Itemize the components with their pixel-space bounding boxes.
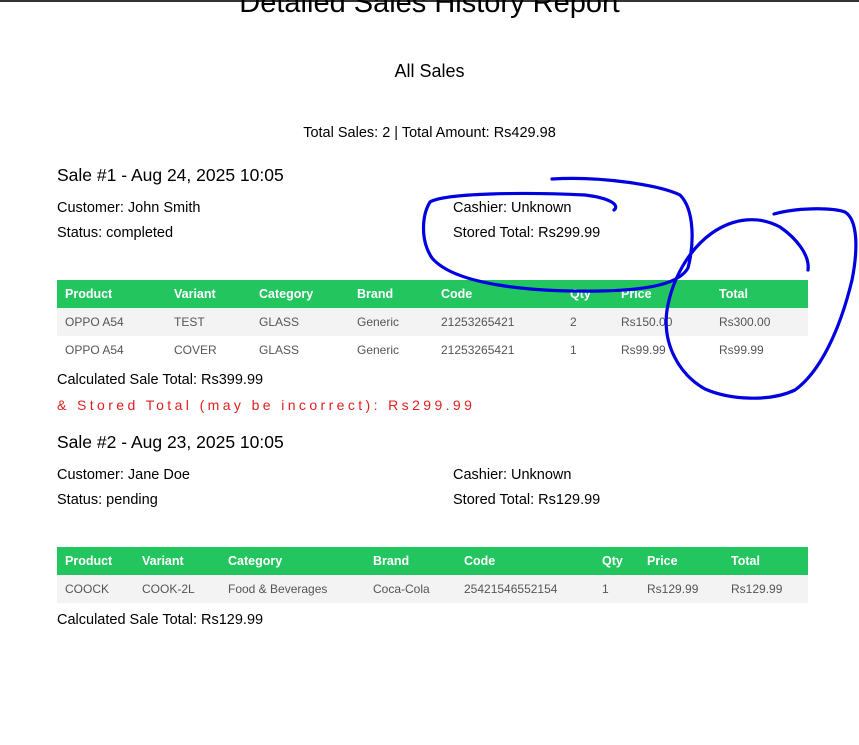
table-row: COOCK COOK-2L Food & Beverages Coca-Cola… [57,575,808,603]
cell-brand: Coca-Cola [365,575,456,603]
cell-variant: TEST [166,308,251,336]
sale-2-header: Sale #2 - Aug 23, 2025 10:05 [57,432,284,452]
cell-code: 25421546552154 [456,575,594,603]
column-header-code: Code [456,547,594,575]
cell-code: 21253265421 [433,308,562,336]
cell-category: GLASS [251,336,349,364]
cell-qty: 1 [562,336,613,364]
column-header-total: Total [711,280,808,308]
column-header-variant: Variant [134,547,220,575]
column-header-brand: Brand [349,280,433,308]
sale-1-customer: Customer: John Smith [57,200,201,216]
sales-summary: Total Sales: 2 | Total Amount: Rs429.98 [303,125,556,141]
cell-price: Rs129.99 [639,575,723,603]
report-title: Detailed Sales History Report [239,0,620,19]
sale-1-stored-total-warning: & Stored Total (may be incorrect): Rs299… [57,397,476,413]
column-header-total: Total [723,547,808,575]
column-header-category: Category [220,547,365,575]
column-header-code: Code [433,280,562,308]
table-row: OPPO A54 COVER GLASS Generic 21253265421… [57,336,808,364]
sale-2-stored-total: Stored Total: Rs129.99 [453,492,601,508]
table-header-row: Product Variant Category Brand Code Qty … [57,280,808,308]
cell-product: OPPO A54 [57,308,166,336]
sale-2-items-table: Product Variant Category Brand Code Qty … [57,547,808,603]
column-header-variant: Variant [166,280,251,308]
column-header-price: Price [639,547,723,575]
cell-variant: COOK-2L [134,575,220,603]
sale-2-status: Status: pending [57,492,158,508]
cell-variant: COVER [166,336,251,364]
sale-2-customer: Customer: Jane Doe [57,467,190,483]
table-header-row: Product Variant Category Brand Code Qty … [57,547,808,575]
sale-1-calculated-total: Calculated Sale Total: Rs399.99 [57,372,264,388]
cell-category: Food & Beverages [220,575,365,603]
column-header-price: Price [613,280,711,308]
column-header-product: Product [57,547,134,575]
cell-brand: Generic [349,336,433,364]
cell-product: OPPO A54 [57,336,166,364]
report-subtitle: All Sales [394,61,465,81]
column-header-category: Category [251,280,349,308]
cell-category: GLASS [251,308,349,336]
cell-total: Rs300.00 [711,308,808,336]
sale-1-stored-total: Stored Total: Rs299.99 [453,225,601,241]
cell-brand: Generic [349,308,433,336]
cell-price: Rs99.99 [613,336,711,364]
sale-2-cashier: Cashier: Unknown [453,467,572,483]
sale-1-header: Sale #1 - Aug 24, 2025 10:05 [57,165,284,185]
cell-code: 21253265421 [433,336,562,364]
table-row: OPPO A54 TEST GLASS Generic 21253265421 … [57,308,808,336]
column-header-product: Product [57,280,166,308]
cell-total: Rs129.99 [723,575,808,603]
cell-price: Rs150.00 [613,308,711,336]
column-header-qty: Qty [594,547,639,575]
column-header-qty: Qty [562,280,613,308]
cell-qty: 2 [562,308,613,336]
sale-1-status: Status: completed [57,225,174,241]
column-header-brand: Brand [365,547,456,575]
sale-1-cashier: Cashier: Unknown [453,200,572,216]
cell-total: Rs99.99 [711,336,808,364]
sale-1-items-table: Product Variant Category Brand Code Qty … [57,280,808,364]
cell-product: COOCK [57,575,134,603]
sale-2-calculated-total: Calculated Sale Total: Rs129.99 [57,612,264,628]
cell-qty: 1 [594,575,639,603]
